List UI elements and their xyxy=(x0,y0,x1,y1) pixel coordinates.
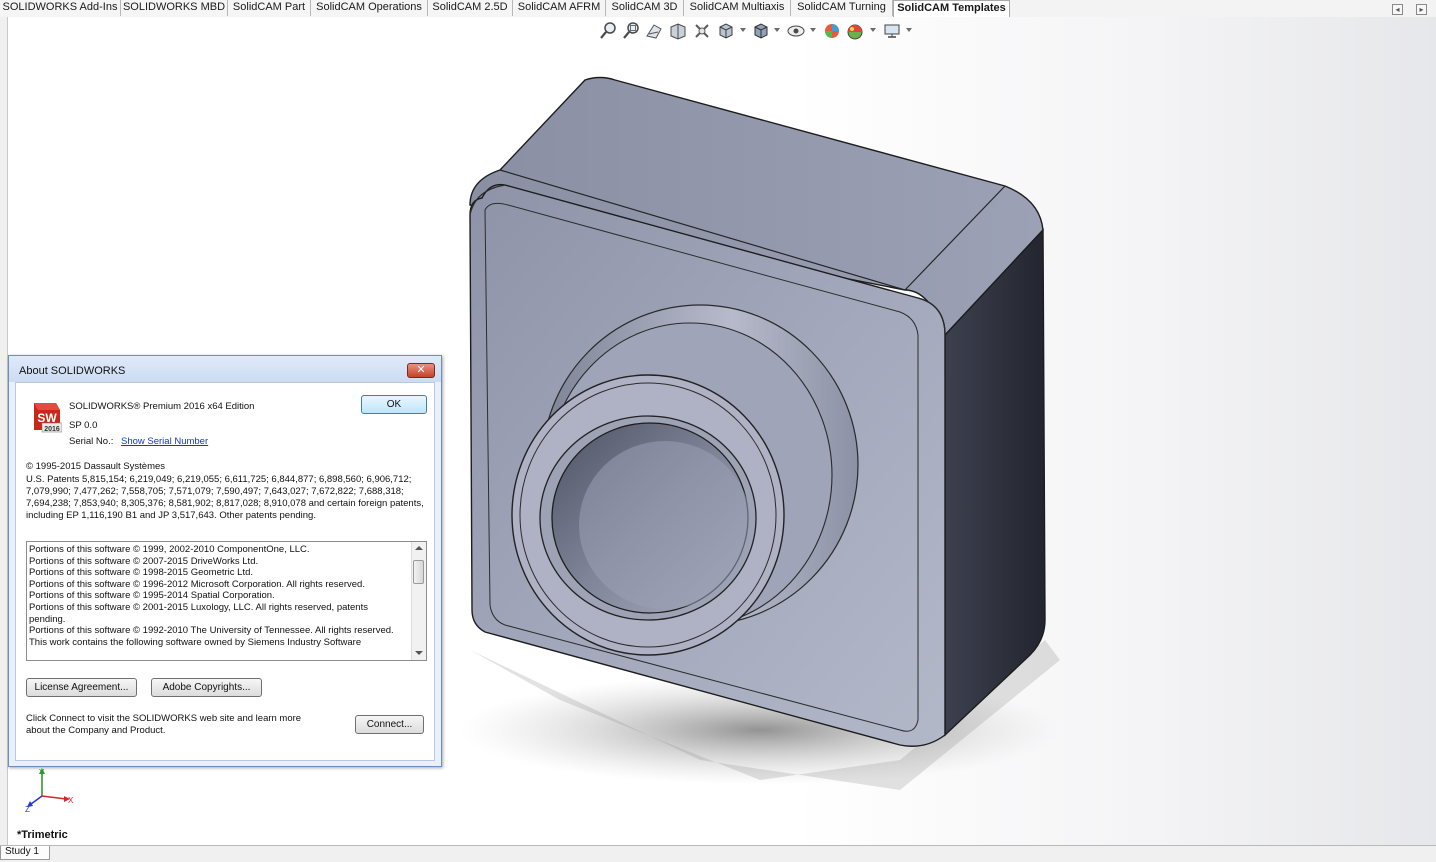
command-manager-tabs: SOLIDWORKS Add-Ins SOLIDWORKS MBD SolidC… xyxy=(0,0,1436,17)
adobe-copyrights-button[interactable]: Adobe Copyrights... xyxy=(151,678,262,697)
reference-triad-icon: Y X Z xyxy=(25,768,74,814)
chevron-down-icon[interactable] xyxy=(906,28,912,32)
apply-scene-icon[interactable] xyxy=(845,21,865,41)
scroll-down-icon[interactable] xyxy=(415,651,423,655)
connect-description-line-1: Click Connect to visit the SOLIDWORKS we… xyxy=(26,713,302,724)
section-view-icon[interactable] xyxy=(668,21,688,41)
svg-text:Z: Z xyxy=(25,805,30,814)
display-style-icon[interactable] xyxy=(751,21,771,41)
heads-up-view-toolbar xyxy=(596,21,916,43)
copyright: © 1995-2015 Dassault Systèmes xyxy=(26,461,166,472)
patents-text: U.S. Patents 5,815,154; 6,219,049; 6,219… xyxy=(26,474,424,521)
view-orientation-icon[interactable] xyxy=(716,21,736,41)
list-item: This work contains the following softwar… xyxy=(29,636,362,648)
feature-manager-collapsed[interactable] xyxy=(0,17,8,845)
tab-solidcam-part[interactable]: SolidCAM Part xyxy=(228,0,311,16)
svg-text:Y: Y xyxy=(39,768,45,777)
tab-solidcam-operations[interactable]: SolidCAM Operations xyxy=(311,0,428,16)
tab-solidcam-3d[interactable]: SolidCAM 3D xyxy=(606,0,684,16)
restore-panel-icon[interactable]: ◂ xyxy=(1392,4,1403,15)
previous-view-icon[interactable] xyxy=(644,21,664,41)
service-pack: SP 0.0 xyxy=(69,420,98,431)
list-item: Portions of this software © 2001-2015 Lu… xyxy=(29,601,368,625)
hide-show-items-icon[interactable] xyxy=(786,21,806,41)
tab-solidcam-afrm[interactable]: SolidCAM AFRM xyxy=(513,0,606,16)
product-name: SOLIDWORKS® Premium 2016 x64 Edition xyxy=(69,401,255,412)
view-orientation-label: *Trimetric xyxy=(17,829,68,841)
zoom-to-fit-icon[interactable] xyxy=(598,21,618,41)
close-button[interactable]: ✕ xyxy=(407,363,435,378)
tab-solidcam-2-5d[interactable]: SolidCAM 2.5D xyxy=(428,0,513,16)
vertical-scrollbar[interactable] xyxy=(411,542,426,660)
svg-text:X: X xyxy=(68,796,74,805)
expand-panel-icon[interactable]: ▸ xyxy=(1416,4,1427,15)
list-item: Portions of this software © 2007-2015 Dr… xyxy=(29,555,259,567)
tab-solidcam-templates[interactable]: SolidCAM Templates xyxy=(893,0,1010,17)
solidworks-logo-icon: SW 2016 xyxy=(34,403,62,433)
svg-text:2016: 2016 xyxy=(44,426,60,433)
svg-text:SW: SW xyxy=(37,411,57,425)
serial-label: Serial No.: xyxy=(69,436,114,447)
list-item: Portions of this software © 1992-2010 Th… xyxy=(29,625,394,637)
chevron-down-icon[interactable] xyxy=(870,28,876,32)
zoom-to-area-icon[interactable] xyxy=(621,21,641,41)
third-party-lines: Portions of this software © 1999, 2002-2… xyxy=(29,544,405,648)
dynamic-annotation-icon[interactable] xyxy=(692,21,712,41)
connect-description-line-2: about the Company and Product. xyxy=(26,725,166,736)
list-item: Portions of this software © 1998-2015 Ge… xyxy=(29,567,254,579)
list-item: Portions of this software © 1995-2014 Sp… xyxy=(29,590,275,602)
scroll-thumb[interactable] xyxy=(413,560,424,584)
chevron-down-icon[interactable] xyxy=(740,28,746,32)
show-serial-number-link[interactable]: Show Serial Number xyxy=(121,436,208,447)
bottom-tab-bar: Study 1 xyxy=(0,845,1436,862)
view-settings-icon[interactable] xyxy=(882,21,902,41)
connect-button[interactable]: Connect... xyxy=(355,715,424,734)
tab-solidcam-multiaxis[interactable]: SolidCAM Multiaxis xyxy=(684,0,791,16)
part-model[interactable] xyxy=(440,60,1080,800)
edit-appearance-icon[interactable] xyxy=(822,21,842,41)
tab-solidworks-mbd[interactable]: SOLIDWORKS MBD xyxy=(121,0,228,16)
dialog-title-bar[interactable]: About SOLIDWORKS ✕ xyxy=(9,356,441,382)
license-agreement-button[interactable]: License Agreement... xyxy=(26,678,137,697)
list-item: Portions of this software © 1999, 2002-2… xyxy=(29,544,310,555)
dialog-title: About SOLIDWORKS xyxy=(19,365,126,377)
tab-solidcam-turning[interactable]: SolidCAM Turning xyxy=(791,0,893,16)
tab-study-1[interactable]: Study 1 xyxy=(0,846,50,860)
chevron-down-icon[interactable] xyxy=(810,28,816,32)
tab-solidworks-add-ins[interactable]: SOLIDWORKS Add-Ins xyxy=(0,0,121,16)
third-party-copyrights-list[interactable]: Portions of this software © 1999, 2002-2… xyxy=(26,541,427,661)
list-item: Portions of this software © 1996-2012 Mi… xyxy=(29,578,365,590)
chevron-down-icon[interactable] xyxy=(774,28,780,32)
scroll-up-icon[interactable] xyxy=(415,546,423,550)
about-solidworks-dialog: About SOLIDWORKS ✕ SW 2016 SOLIDWORKS® P… xyxy=(8,355,442,767)
ok-button[interactable]: OK xyxy=(361,395,427,414)
dialog-body: SW 2016 SOLIDWORKS® Premium 2016 x64 Edi… xyxy=(15,382,435,761)
